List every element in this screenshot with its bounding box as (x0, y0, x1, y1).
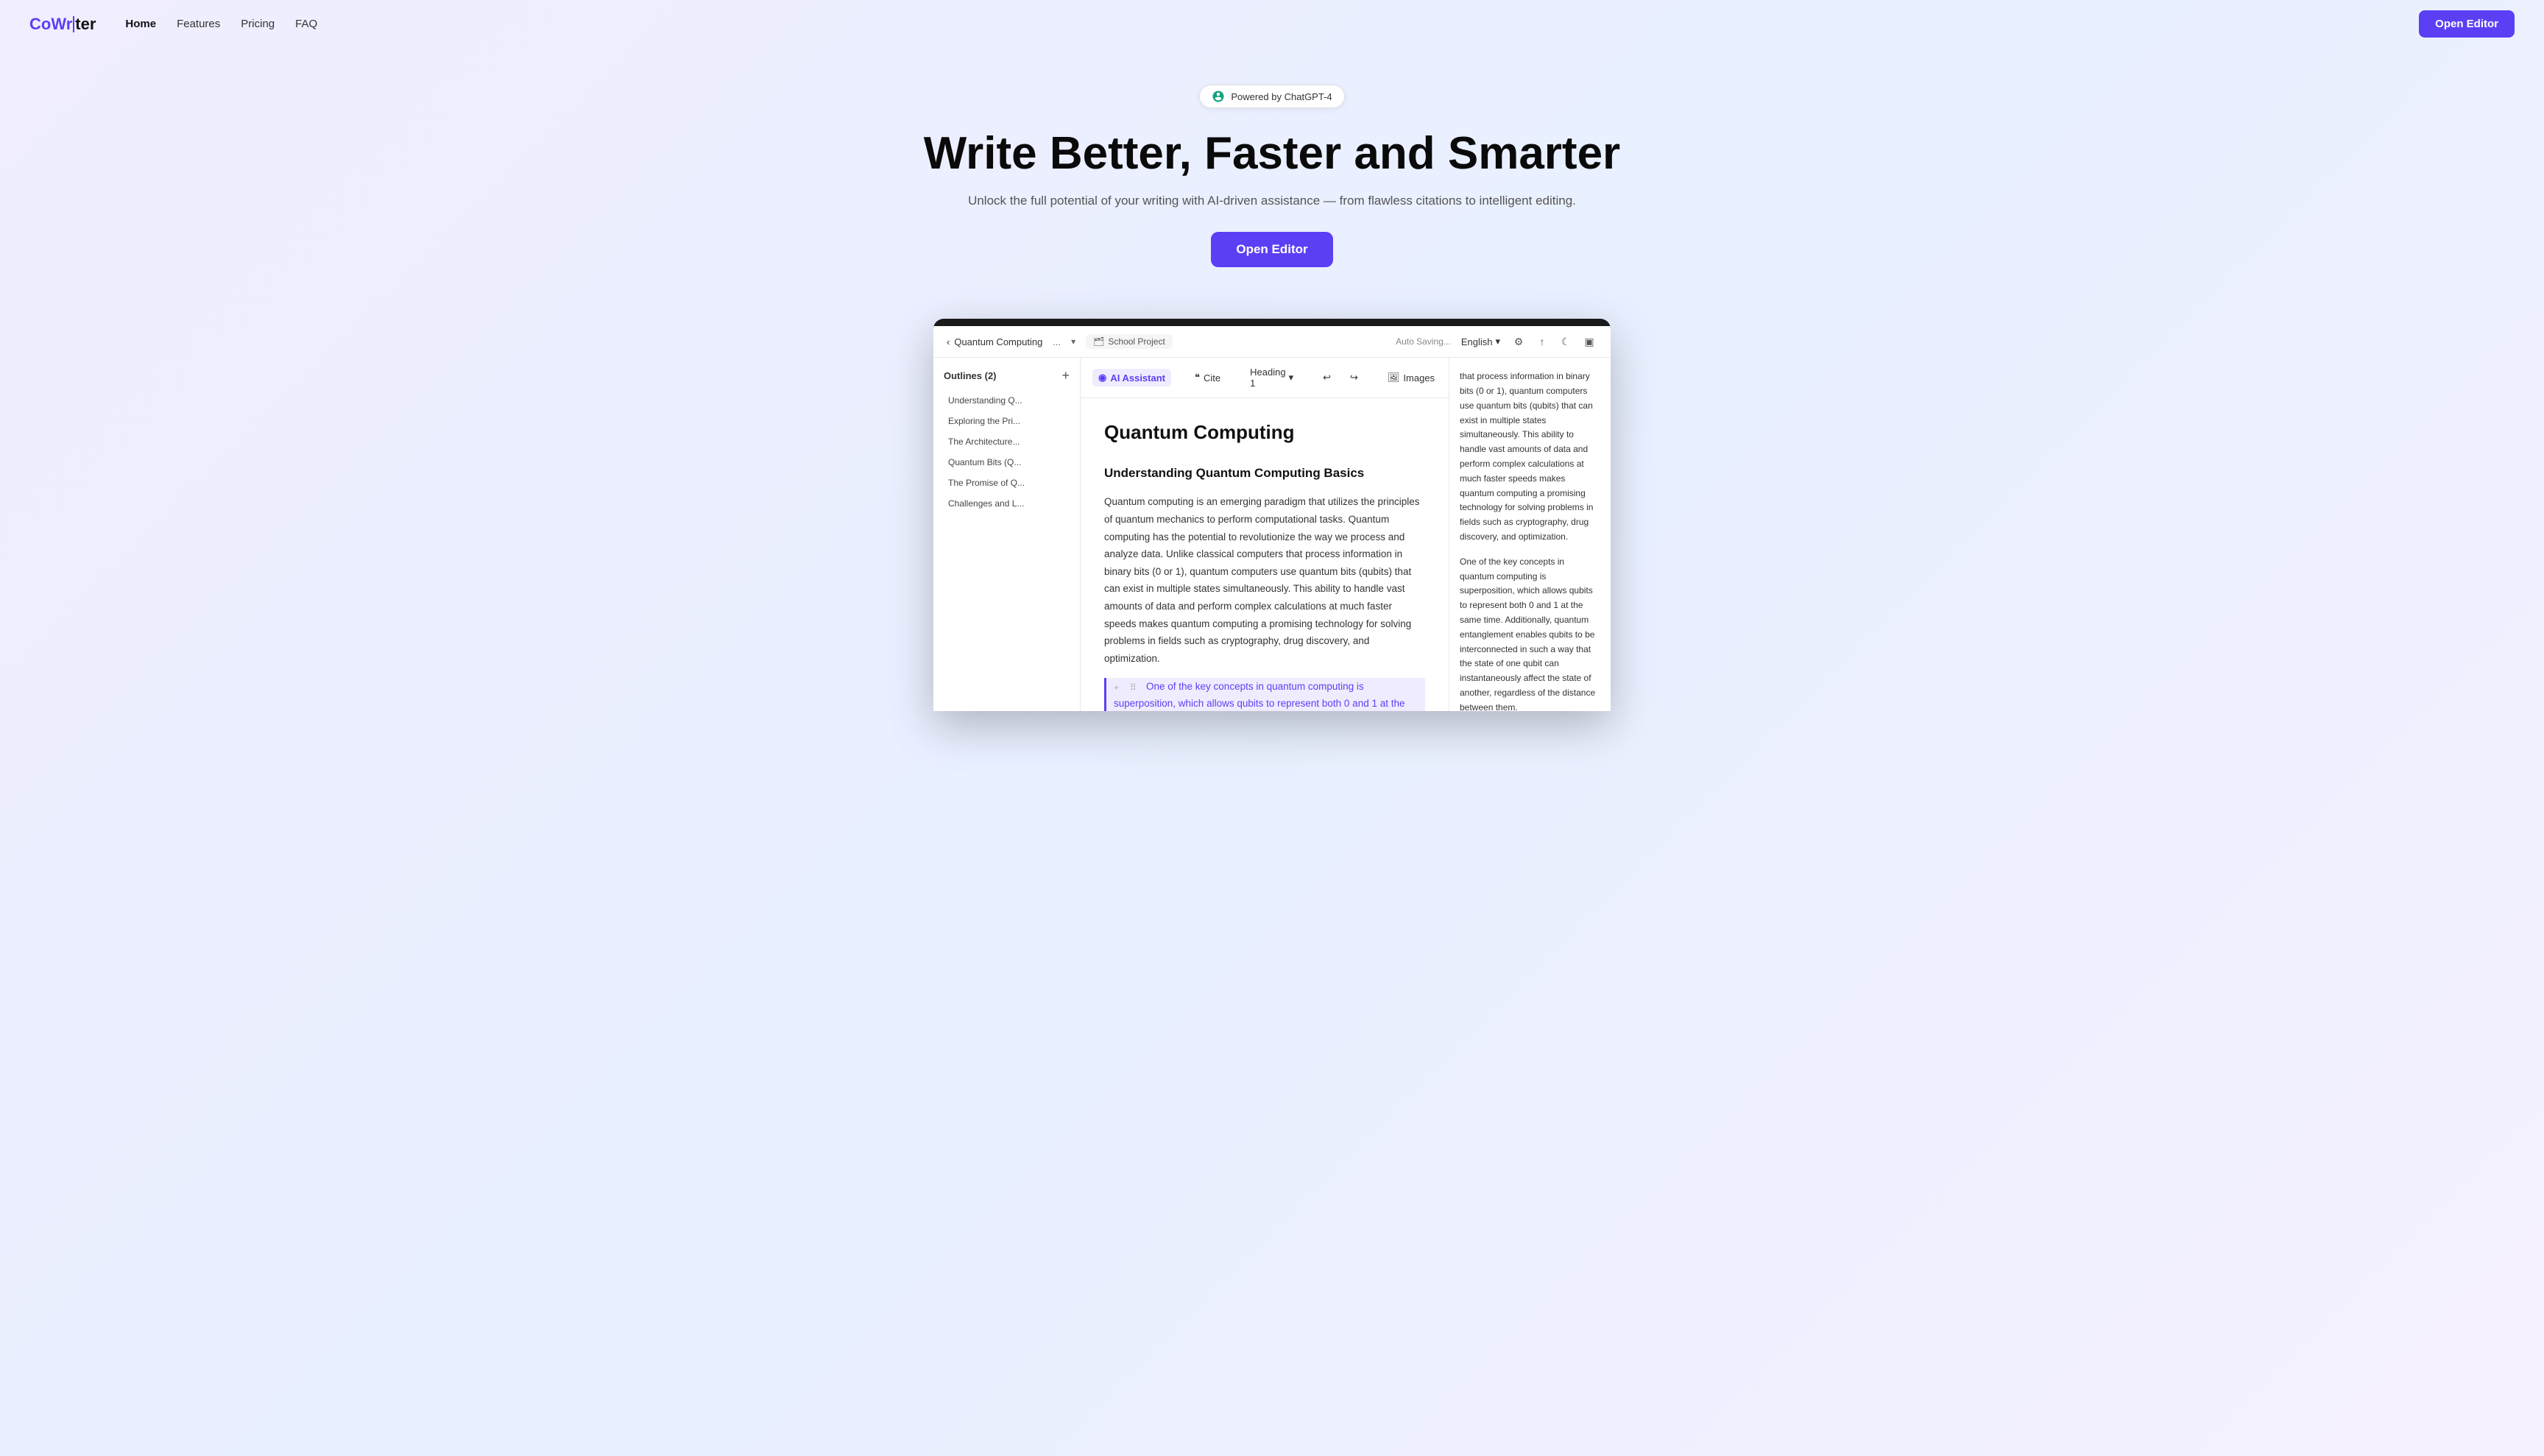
ai-label: AI Assistant (1110, 372, 1165, 384)
redo-icon: ↪ (1350, 372, 1358, 384)
hero-subtext: Unlock the full potential of your writin… (15, 194, 2529, 208)
logo: CoWrter (29, 15, 96, 34)
nav-features[interactable]: Features (177, 18, 220, 30)
chevron-down-icon[interactable]: ▾ (1071, 336, 1075, 347)
editor-main: ◉ AI Assistant ❝ Cite Heading 1 ▾ (1081, 358, 1449, 711)
back-chevron-icon: ‹ (947, 336, 950, 347)
badge-text: Powered by ChatGPT-4 (1231, 91, 1332, 102)
right-panel-text-2: One of the key concepts in quantum compu… (1460, 555, 1600, 711)
nav-home[interactable]: Home (125, 18, 156, 30)
doc-title-label: Quantum Computing (954, 336, 1042, 347)
nav-left: CoWrter Home Features Pricing FAQ (29, 15, 317, 34)
undo-icon: ↩ (1323, 372, 1331, 384)
chatgpt-icon (1212, 90, 1225, 103)
nav-faq[interactable]: FAQ (295, 18, 317, 30)
section-title: Understanding Quantum Computing Basics (1104, 463, 1425, 484)
sidebar-item-0[interactable]: Understanding Q... (944, 392, 1070, 409)
ai-assistant-button[interactable]: ◉ AI Assistant (1092, 369, 1171, 386)
layout-icon[interactable]: ▣ (1581, 333, 1597, 350)
editor-toolbar: ◉ AI Assistant ❝ Cite Heading 1 ▾ (1081, 358, 1449, 398)
images-label: Images (1403, 372, 1435, 384)
heading-chevron-icon: ▾ (1289, 372, 1294, 384)
outlines-label: Outlines (2) (944, 370, 997, 381)
sidebar-item-3[interactable]: Quantum Bits (Q... (944, 454, 1070, 470)
project-tag: 🗂 School Project (1086, 334, 1173, 349)
settings-icon[interactable]: ⚙ (1510, 333, 1527, 350)
auto-saving-status: Auto Saving... (1396, 336, 1451, 347)
logo-writer: ter (75, 15, 96, 34)
back-button[interactable]: ‹ Quantum Computing (947, 336, 1042, 347)
undo-button[interactable]: ↩ (1317, 369, 1337, 386)
nav-links: Home Features Pricing FAQ (125, 18, 317, 31)
titlebar-icons: ⚙ ↑ ☾ ▣ (1510, 333, 1597, 350)
heading-selector[interactable]: Heading 1 ▾ (1244, 364, 1299, 392)
sidebar-header: Outlines (2) + (944, 368, 1070, 384)
moon-icon[interactable]: ☾ (1558, 333, 1574, 350)
image-icon: 🖼 (1388, 372, 1400, 384)
navbar: CoWrter Home Features Pricing FAQ Open E… (0, 0, 2544, 48)
share-icon[interactable]: ↑ (1534, 333, 1550, 350)
folder-icon: 🗂 (1093, 336, 1104, 347)
add-outline-icon[interactable]: + (1061, 368, 1070, 384)
logo-co: CoWr (29, 15, 72, 34)
language-label: English (1461, 336, 1493, 347)
sidebar-item-4[interactable]: The Promise of Q... (944, 475, 1070, 491)
editor-wrapper: ‹ Quantum Computing ... ▾ 🗂 School Proje… (919, 319, 1625, 711)
hero-section: Powered by ChatGPT-4 Write Better, Faste… (0, 48, 2544, 289)
right-panel: that process information in binary bits … (1449, 358, 1611, 711)
hero-headline: Write Better, Faster and Smarter (15, 129, 2529, 179)
logo-cursor (73, 16, 74, 32)
para-plus-icon[interactable]: + (1114, 680, 1126, 692)
sidebar-item-1[interactable]: Exploring the Pri... (944, 413, 1070, 429)
open-editor-nav-button[interactable]: Open Editor (2419, 10, 2515, 38)
ai-icon: ◉ (1098, 372, 1106, 384)
sidebar-item-5[interactable]: Challenges and L... (944, 495, 1070, 512)
paragraph-1: Quantum computing is an emerging paradig… (1104, 493, 1425, 667)
titlebar-right: Auto Saving... English ▾ ⚙ ↑ ☾ ▣ (1396, 333, 1597, 350)
doc-ellipsis[interactable]: ... (1053, 336, 1061, 347)
editor-mockup: ‹ Quantum Computing ... ▾ 🗂 School Proje… (933, 319, 1611, 711)
paragraph-2-selected[interactable]: + ⠿ One of the key concepts in quantum c… (1104, 678, 1425, 712)
editor-titlebar: ‹ Quantum Computing ... ▾ 🗂 School Proje… (933, 326, 1611, 358)
cite-icon: ❝ (1195, 372, 1200, 384)
nav-pricing[interactable]: Pricing (241, 18, 275, 30)
titlebar-left: ‹ Quantum Computing ... ▾ 🗂 School Proje… (947, 334, 1173, 349)
right-panel-text-1: that process information in binary bits … (1460, 370, 1600, 545)
document-title: Quantum Computing (1104, 416, 1425, 448)
language-selector[interactable]: English ▾ (1461, 336, 1500, 347)
para-controls: + ⠿ (1114, 680, 1142, 692)
sidebar-item-2[interactable]: The Architecture... (944, 434, 1070, 450)
paragraph-2-text: One of the key concepts in quantum compu… (1114, 681, 1417, 712)
editor-sidebar: Outlines (2) + Understanding Q... Explor… (933, 358, 1081, 711)
project-label: School Project (1108, 336, 1165, 347)
redo-button[interactable]: ↪ (1344, 369, 1364, 386)
content-area[interactable]: Quantum Computing Understanding Quantum … (1081, 398, 1449, 711)
heading-label: Heading 1 (1250, 367, 1285, 389)
powered-badge: Powered by ChatGPT-4 (1199, 85, 1344, 108)
sidebar-items: Understanding Q... Exploring the Pri... … (944, 392, 1070, 512)
paragraph-1-text: Quantum computing is an emerging paradig… (1104, 496, 1419, 664)
para-grid-icon[interactable]: ⠿ (1130, 680, 1142, 692)
cite-label: Cite (1204, 372, 1220, 384)
cite-button[interactable]: ❝ Cite (1189, 369, 1226, 386)
images-button[interactable]: 🖼 Images (1382, 369, 1441, 386)
open-editor-hero-button[interactable]: Open Editor (1211, 232, 1332, 267)
editor-body: Outlines (2) + Understanding Q... Explor… (933, 358, 1611, 711)
lang-chevron-icon: ▾ (1495, 336, 1500, 347)
